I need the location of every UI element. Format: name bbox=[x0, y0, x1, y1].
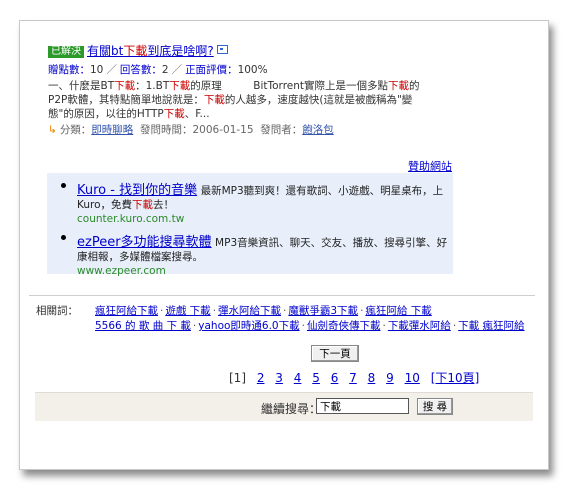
page-link[interactable]: 3 bbox=[275, 371, 283, 385]
result-title-link[interactable]: 有關bt下載到底是啥啊? bbox=[87, 44, 214, 58]
time-label: 發問時間： bbox=[140, 124, 193, 136]
page-link[interactable]: 2 bbox=[257, 371, 265, 385]
ad-url: www.ezpeer.com bbox=[77, 265, 166, 277]
ad-url: counter.kuro.com.tw bbox=[77, 213, 185, 225]
page-link[interactable]: 6 bbox=[331, 371, 339, 385]
rating-value: 100% bbox=[237, 64, 268, 76]
replies-label: 回答數 bbox=[119, 64, 152, 76]
sponsored-ads-box: Kuro - 找到你的音樂 最新MP3聽到爽！還有歌詞、小遊戲、明星桌布，上Ku… bbox=[47, 173, 453, 277]
search-button[interactable]: 搜 尋 bbox=[417, 398, 453, 415]
bullet-icon bbox=[61, 183, 66, 188]
related-term-link[interactable]: 彈水阿給下載 bbox=[218, 305, 281, 317]
points-label: 贈點數 bbox=[48, 64, 80, 76]
search-label: 繼續搜尋： bbox=[261, 402, 322, 416]
ad-title-link[interactable]: ezPeer多功能搜尋軟體 bbox=[77, 235, 212, 250]
related-term-link[interactable]: 下載彈水阿給 bbox=[388, 320, 451, 332]
related-term-link[interactable]: 仙劍奇俠傳下載 bbox=[307, 320, 381, 332]
related-term-link[interactable]: 魔獸爭霸3下載 bbox=[288, 305, 358, 317]
search-result: 已解決 有關bt下載到底是啥啊? 贈點數：10 ／回答數：2 ／正面評價：100% 一… bbox=[48, 43, 468, 137]
result-meta: 贈點數：10 ／回答數：2 ／正面評價：100% bbox=[48, 64, 268, 76]
pagination: [1] 2 3 4 5 6 7 8 9 10 [下10頁] bbox=[229, 369, 486, 386]
related-links: 瘋狂阿給下載 · 遊戲 下載 · 彈水阿給下載 · 魔獸爭霸3下載 · 瘋狂阿給 下載 5566… bbox=[95, 305, 525, 332]
search-input[interactable] bbox=[316, 398, 409, 414]
title-text: 有關bt bbox=[87, 44, 124, 58]
related-term-link[interactable]: 下載 瘋狂阿給 bbox=[458, 320, 524, 332]
arrow-icon: ↳ bbox=[48, 124, 57, 136]
page-link[interactable]: 10 bbox=[405, 371, 420, 385]
page-link[interactable]: 5 bbox=[312, 371, 320, 385]
page-link[interactable]: 4 bbox=[294, 371, 302, 385]
result-category-row: ↳ 分類：即時聊略 發問時間：2006-01-15 發問者：飽洛包 bbox=[48, 122, 468, 137]
category-label: 分類： bbox=[59, 124, 92, 136]
section-divider bbox=[29, 295, 535, 296]
search-bar: 繼續搜尋： 搜 尋 bbox=[35, 392, 533, 421]
related-term-link[interactable]: yahoo即時通6.0下載 bbox=[198, 320, 299, 332]
replies-value: 2 bbox=[161, 64, 169, 76]
ad-title-link[interactable]: Kuro - 找到你的音樂 bbox=[77, 183, 197, 198]
asker-link[interactable]: 飽洛包 bbox=[302, 124, 334, 136]
sponsor-sites-link[interactable]: 贊助網站 bbox=[408, 158, 452, 174]
title-text-end: 到底是啥啊? bbox=[147, 44, 214, 58]
related-label: 相關詞： bbox=[36, 305, 78, 317]
current-page: [1] bbox=[229, 371, 246, 385]
next-10-pages-link[interactable]: [下10頁] bbox=[431, 371, 480, 385]
page-link[interactable]: 7 bbox=[349, 371, 357, 385]
ad-item: Kuro - 找到你的音樂 最新MP3聽到爽！還有歌詞、小遊戲、明星桌布，上Ku… bbox=[47, 179, 453, 226]
related-term-link[interactable]: 5566 的 歌 曲 下 載 bbox=[95, 320, 191, 332]
title-keyword: 下載 bbox=[123, 44, 148, 58]
bullet-icon bbox=[61, 235, 66, 240]
next-page-button[interactable]: 下一頁 bbox=[311, 345, 359, 362]
points-value: 10 bbox=[90, 64, 104, 76]
page-container: 已解決 有關bt下載到底是啥啊? 贈點數：10 ／回答數：2 ／正面評價：100% 一… bbox=[19, 20, 549, 470]
resolved-badge: 已解決 bbox=[48, 46, 84, 58]
time-value: 2006-01-15 bbox=[192, 124, 254, 136]
result-title-row: 已解決 有關bt下載到底是啥啊? bbox=[48, 43, 468, 59]
asker-label: 發問者： bbox=[260, 124, 303, 136]
ad-item: ezPeer多功能搜尋軟體 MP3音樂資訊、聊天、交友、播放、搜尋引擎、好康相報… bbox=[47, 231, 453, 278]
new-window-icon[interactable] bbox=[216, 45, 228, 54]
related-term-link[interactable]: 瘋狂阿給 下載 bbox=[365, 305, 431, 317]
page-link[interactable]: 9 bbox=[386, 371, 394, 385]
result-snippet: 一、什麼是BT下載：1.BT下載的原理 BitTorrent實際上是一個多點下載… bbox=[48, 80, 420, 120]
rating-label: 正面評價 bbox=[185, 64, 228, 76]
related-term-link[interactable]: 遊戲 下載 bbox=[165, 305, 210, 317]
page-link[interactable]: 8 bbox=[368, 371, 376, 385]
category-link[interactable]: 即時聊略 bbox=[91, 124, 133, 136]
related-term-link[interactable]: 瘋狂阿給下載 bbox=[95, 305, 158, 317]
